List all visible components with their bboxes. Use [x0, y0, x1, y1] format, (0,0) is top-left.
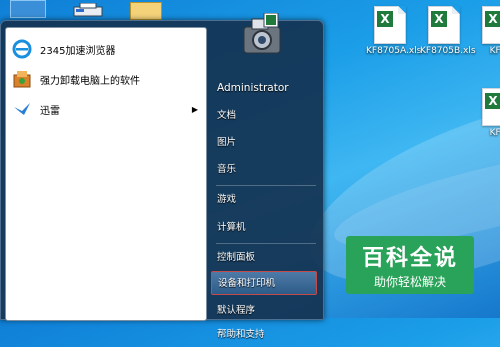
excel-file-icon: X	[374, 6, 406, 44]
program-label: 迅雷	[40, 105, 60, 117]
folder-icon[interactable]	[130, 2, 162, 20]
place-default-programs[interactable]: 默认程序	[211, 299, 317, 323]
ie-browser-icon	[12, 39, 32, 59]
program-item-uninstaller[interactable]: 强力卸载电脑上的软件	[6, 64, 206, 94]
place-devices-and-printers[interactable]: 设备和打印机	[211, 271, 317, 295]
place-computer[interactable]: 计算机	[211, 216, 317, 240]
desktop-file[interactable]: X KF8705B.xls	[420, 6, 476, 56]
desktop-file-label: KF8705A.xls	[366, 46, 422, 56]
program-item-xunlei[interactable]: 迅雷 ▶	[6, 94, 206, 124]
place-games[interactable]: 游戏	[211, 188, 317, 212]
excel-file-icon: X	[482, 88, 500, 126]
desktop-file[interactable]: X KF8705A.xls	[366, 6, 422, 56]
printer-icon[interactable]	[72, 2, 104, 17]
excel-file-icon: X	[482, 6, 500, 44]
xunlei-bird-icon	[12, 99, 32, 119]
submenu-arrow-icon: ▶	[191, 104, 198, 114]
watermark-subtitle: 助你轻松解决	[373, 275, 446, 289]
place-control-panel[interactable]: 控制面板	[211, 246, 317, 270]
desktop-file-label: KF8705B.xls	[420, 46, 476, 56]
place-music[interactable]: 音乐	[211, 158, 317, 182]
desktop-icon-1[interactable]	[10, 0, 46, 18]
excel-file-icon: X	[428, 6, 460, 44]
user-picture-icon[interactable]	[238, 12, 290, 59]
divider	[216, 185, 316, 186]
place-help-and-support[interactable]: 帮助和支持	[211, 323, 317, 347]
divider	[216, 243, 316, 244]
place-pictures[interactable]: 图片	[211, 131, 317, 155]
watermark-logo: 百科全说 助你轻松解决	[346, 236, 474, 294]
desktop-file[interactable]: X KF1	[474, 6, 500, 56]
start-menu-places: Administrator 文档 图片 音乐 游戏 计算机 控制面板 设备和打印…	[206, 12, 323, 340]
program-label: 强力卸载电脑上的软件	[40, 75, 140, 87]
program-item-2345-browser[interactable]: 2345加速浏览器	[6, 34, 206, 64]
desktop-file-label: KF1	[489, 46, 500, 56]
desktop-file-label: KF8	[489, 128, 500, 138]
desktop-file[interactable]: X KF8	[474, 88, 500, 138]
program-label: 2345加速浏览器	[40, 45, 116, 57]
uninstaller-icon	[12, 69, 32, 89]
user-name[interactable]: Administrator	[211, 76, 317, 100]
place-documents[interactable]: 文档	[211, 104, 317, 128]
watermark-title: 百科全说	[361, 246, 458, 271]
start-menu-programs: 2345加速浏览器 强力卸载电脑上的软件 迅雷 ▶	[5, 27, 207, 321]
start-menu: 2345加速浏览器 强力卸载电脑上的软件 迅雷 ▶ Administrator …	[0, 12, 324, 340]
